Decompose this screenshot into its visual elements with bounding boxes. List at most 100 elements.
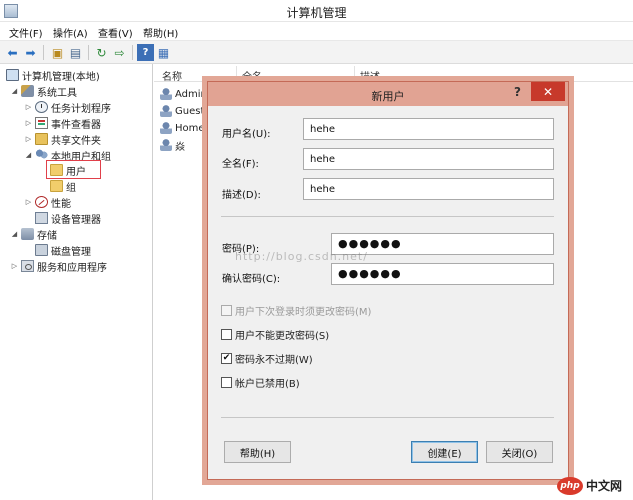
navigation-tree: 计算机管理(本地) ◢ 系统工具 ▷ 任务计划程序 ▷ 事件查看器 ▷ 共享文件…: [0, 64, 153, 500]
description-label: 描述(D):: [222, 190, 261, 201]
tree-item-event-viewer[interactable]: ▷ 事件查看器: [24, 115, 101, 131]
close-button[interactable]: ✕: [531, 82, 565, 101]
expand-icon[interactable]: ▷: [24, 135, 33, 143]
brand-text: 中文网: [586, 479, 623, 493]
tree-item-groups[interactable]: 组: [48, 178, 76, 194]
list-header: 名称 全名 描述: [154, 64, 633, 83]
expand-icon[interactable]: ▷: [24, 198, 33, 206]
forward-icon[interactable]: ➡: [22, 44, 39, 61]
tree-item-label: 事件查看器: [51, 119, 101, 131]
create-button[interactable]: 创建(E): [411, 441, 478, 463]
php-logo: php: [557, 476, 583, 495]
help-icon[interactable]: ?: [137, 44, 154, 61]
selection-highlight: [46, 160, 101, 179]
cannot-change-password-checkbox[interactable]: 用户不能更改密码(S): [221, 327, 330, 342]
menu-action[interactable]: 操作(A): [53, 25, 88, 40]
tree-item-storage[interactable]: ◢ 存储: [10, 226, 57, 242]
shared-folder-icon: [35, 133, 48, 145]
description-field[interactable]: hehe: [303, 178, 554, 200]
tree-item-task-scheduler[interactable]: ▷ 任务计划程序: [24, 99, 111, 115]
checkbox-label: 用户不能更改密码(S): [235, 330, 330, 342]
folder-icon: [50, 180, 63, 192]
tree-item-label: 系统工具: [37, 87, 77, 99]
tree-item-root[interactable]: 计算机管理(本地): [4, 67, 100, 83]
clock-icon: [35, 101, 48, 113]
checkbox-label: 用户下次登录时须更改密码(M): [235, 306, 372, 318]
toolbar-separator: [88, 45, 89, 60]
tree-item-label: 任务计划程序: [51, 103, 111, 115]
list-item[interactable]: 焱: [160, 137, 185, 153]
list-item-label: 焱: [175, 141, 185, 153]
help-icon[interactable]: ?: [514, 85, 521, 99]
list-item[interactable]: HomeG: [160, 120, 212, 136]
checkmark-icon[interactable]: ✔: [221, 352, 232, 364]
user-icon: [160, 122, 172, 134]
list-item[interactable]: Guest: [160, 103, 204, 119]
column-header-name[interactable]: 名称: [162, 68, 182, 83]
column-divider[interactable]: [354, 66, 355, 80]
menu-view[interactable]: 查看(V): [98, 25, 133, 40]
tree-item-label: 性能: [51, 198, 71, 210]
disk-icon: [35, 244, 48, 256]
tree-item-performance[interactable]: ▷ 性能: [24, 194, 71, 210]
divider: [221, 417, 554, 418]
menu-file[interactable]: 文件(F): [9, 25, 43, 40]
toolbar: ⬅ ➡ ▣ ▤ ↻ ⇨ ? ▦: [0, 40, 633, 64]
collapse-icon[interactable]: ◢: [10, 230, 19, 238]
tree-item-label: 组: [66, 182, 76, 194]
expand-icon[interactable]: ▷: [10, 262, 19, 270]
export-list-icon[interactable]: ⇨: [111, 44, 128, 61]
list-item[interactable]: Admini: [160, 86, 210, 102]
close-dialog-button[interactable]: 关闭(O): [486, 441, 553, 463]
confirm-password-label: 确认密码(C):: [222, 274, 281, 285]
dialog-body: 用户名(U): hehe 全名(F): hehe 描述(D): hehe 密码(…: [208, 106, 568, 479]
expand-icon[interactable]: ▷: [24, 103, 33, 111]
back-icon[interactable]: ⬅: [4, 44, 21, 61]
title-bar: 计算机管理: [0, 0, 633, 22]
password-never-expires-checkbox[interactable]: ✔ 密码永不过期(W): [221, 351, 313, 366]
checkbox-box[interactable]: [221, 376, 232, 388]
user-icon: [160, 139, 172, 151]
list-item-label: Guest: [175, 105, 205, 117]
tree-item-device-manager[interactable]: 设备管理器: [33, 210, 101, 226]
refresh-icon[interactable]: ↻: [93, 44, 110, 61]
checkbox-box[interactable]: [221, 328, 232, 340]
toolbar-separator: [132, 45, 133, 60]
username-field[interactable]: hehe: [303, 118, 554, 140]
tree-item-label: 共享文件夹: [51, 135, 101, 147]
show-hide-tree-icon[interactable]: ▤: [67, 44, 84, 61]
tools-icon: [21, 85, 34, 97]
checkbox-box[interactable]: [221, 304, 232, 316]
dialog-title-bar[interactable]: 新用户 ? ✕: [208, 82, 568, 106]
user-icon: [160, 88, 172, 100]
properties-icon[interactable]: ▦: [155, 44, 172, 61]
column-divider[interactable]: [236, 66, 237, 80]
help-button[interactable]: 帮助(H): [224, 441, 291, 463]
tree-item-label: 磁盘管理: [51, 246, 91, 258]
list-item-label: Admini: [175, 88, 210, 100]
up-folder-icon[interactable]: ▣: [49, 44, 66, 61]
tree-item-shared-folders[interactable]: ▷ 共享文件夹: [24, 131, 101, 147]
fullname-field[interactable]: hehe: [303, 148, 554, 170]
tree-item-disk-management[interactable]: 磁盘管理: [33, 242, 91, 258]
event-log-icon: [35, 117, 48, 129]
expand-icon[interactable]: ▷: [24, 119, 33, 127]
fullname-label: 全名(F):: [222, 159, 259, 170]
services-icon: [21, 260, 34, 272]
site-brand: php 中文网: [557, 471, 633, 500]
checkbox-label: 密码永不过期(W): [235, 354, 313, 366]
collapse-icon[interactable]: ◢: [10, 87, 19, 95]
computer-icon: [6, 69, 19, 81]
tree-item-label: 计算机管理(本地): [22, 71, 100, 83]
menu-help[interactable]: 帮助(H): [143, 25, 178, 40]
account-disabled-checkbox[interactable]: 帐户已禁用(B): [221, 375, 300, 390]
collapse-icon[interactable]: ◢: [24, 151, 33, 159]
performance-icon: [35, 196, 48, 208]
device-manager-icon: [35, 212, 48, 224]
must-change-password-checkbox[interactable]: 用户下次登录时须更改密码(M): [221, 303, 372, 318]
tree-item-services-apps[interactable]: ▷ 服务和应用程序: [10, 258, 107, 274]
confirm-password-field[interactable]: ●●●●●●: [331, 263, 554, 285]
checkbox-label: 帐户已禁用(B): [235, 378, 300, 390]
storage-icon: [21, 228, 34, 240]
tree-item-system-tools[interactable]: ◢ 系统工具: [10, 83, 77, 99]
